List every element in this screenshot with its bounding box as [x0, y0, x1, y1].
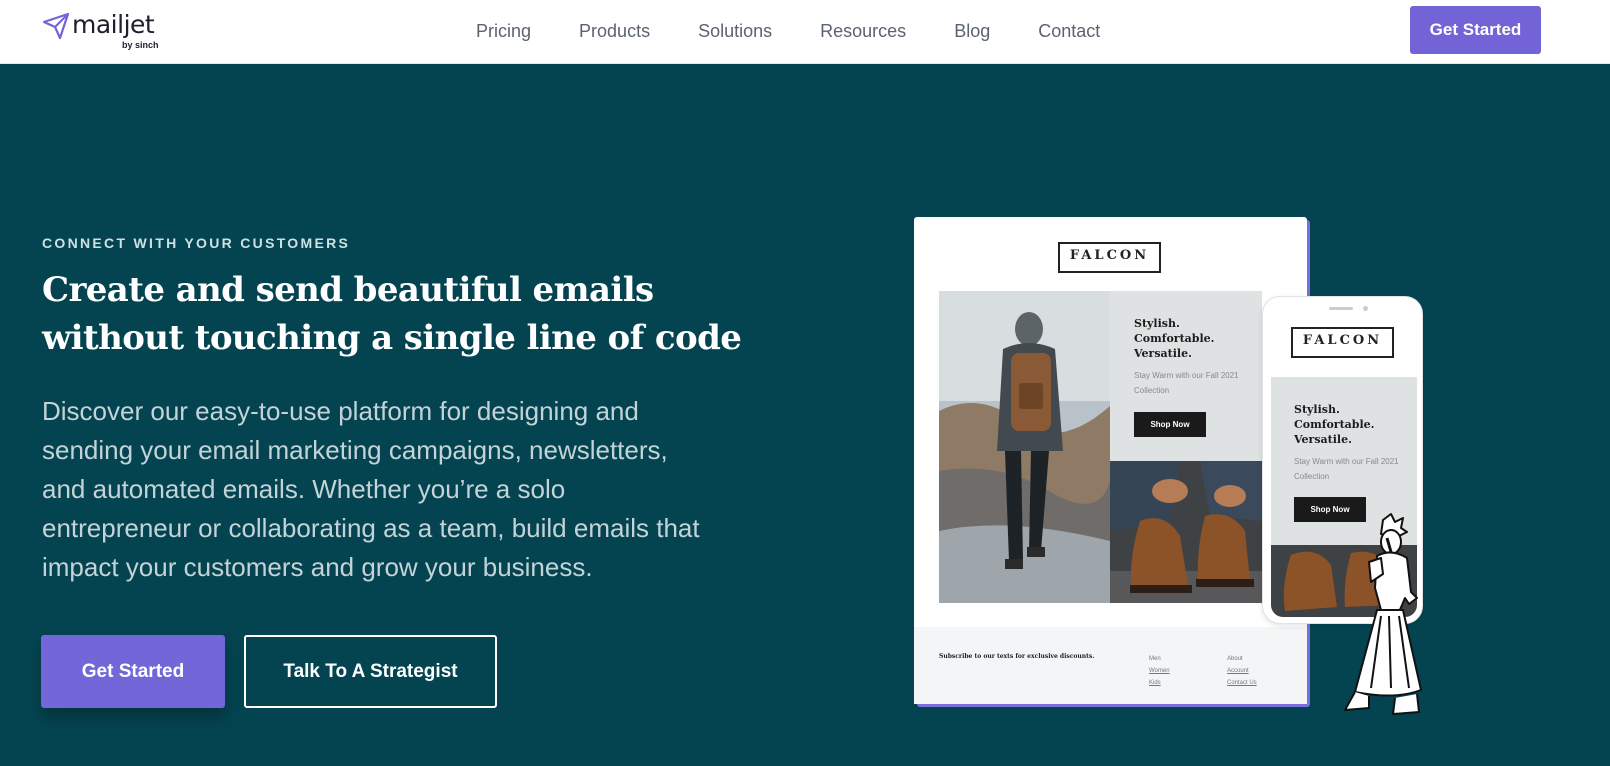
hiker-photo — [939, 291, 1110, 603]
mailjet-logo[interactable]: mailjet by sinch — [42, 10, 172, 52]
brand-sub: by sinch — [122, 40, 159, 50]
promo-subtext-mobile: Stay Warm with our Fall 2021 Collection — [1294, 457, 1399, 481]
shop-now-button[interactable]: Shop Now — [1134, 412, 1206, 437]
promo-tagline-mobile: Stylish. Comfortable. Versatile. — [1294, 403, 1375, 446]
brand-name: mailjet — [72, 10, 155, 39]
email-footer: Subscribe to our texts for exclusive dis… — [914, 627, 1307, 704]
email-preview-desktop: FALCON Stylish. Comfortable. Versatile. … — [914, 217, 1307, 704]
boots-photo — [1110, 461, 1262, 603]
phone-camera — [1363, 306, 1368, 311]
nav-link-contact[interactable]: Contact — [1038, 20, 1100, 44]
promo-tagline: Stylish. Comfortable. Versatile. — [1134, 317, 1215, 360]
hero-description: Discover our easy-to-use platform for de… — [42, 396, 700, 582]
promo-subtext: Stay Warm with our Fall 2021 Collection — [1134, 371, 1239, 395]
footer-link-men[interactable]: Men — [1149, 653, 1170, 665]
top-nav: mailjet by sinch Pricing Products Soluti… — [0, 0, 1610, 64]
hero-eyebrow: CONNECT WITH YOUR CUSTOMERS — [42, 235, 351, 251]
footer-link-kids[interactable]: Kids — [1149, 677, 1170, 689]
footer-link-women[interactable]: Women — [1149, 665, 1170, 677]
hero-headline: Create and send beautiful emails without… — [42, 270, 742, 358]
falcon-logo-mobile: FALCON — [1291, 327, 1394, 358]
promo-copy-block: Stylish. Comfortable. Versatile. Stay Wa… — [1110, 291, 1262, 461]
footer-links-info: About Account Contact Us — [1227, 653, 1257, 689]
hero-get-started-button[interactable]: Get Started — [41, 635, 225, 708]
talk-to-strategist-button[interactable]: Talk To A Strategist — [244, 635, 497, 708]
nav-link-blog[interactable]: Blog — [954, 20, 990, 44]
main-menu: Pricing Products Solutions Resources Blo… — [476, 20, 1148, 44]
footer-link-account[interactable]: Account — [1227, 665, 1257, 677]
nav-link-solutions[interactable]: Solutions — [698, 20, 772, 44]
footer-link-about[interactable]: About — [1227, 653, 1257, 665]
nav-link-products[interactable]: Products — [579, 20, 650, 44]
footer-promo-text: Subscribe to our texts for exclusive dis… — [939, 653, 1095, 660]
nav-link-pricing[interactable]: Pricing — [476, 20, 531, 44]
footer-links-shop: Men Women Kids — [1149, 653, 1170, 689]
falcon-logo: FALCON — [1058, 242, 1161, 273]
nav-link-resources[interactable]: Resources — [820, 20, 906, 44]
phone-speaker — [1329, 307, 1353, 310]
paper-plane-icon — [42, 12, 70, 40]
nav-get-started-button[interactable]: Get Started — [1410, 6, 1541, 54]
statue-illustration — [1344, 513, 1422, 715]
footer-link-contact-us[interactable]: Contact Us — [1227, 677, 1257, 689]
